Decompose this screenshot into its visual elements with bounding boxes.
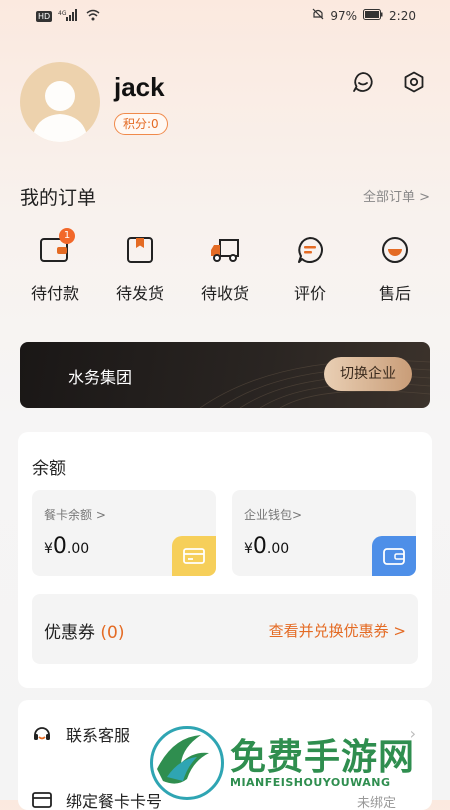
order-pending-payment[interactable]: 1 待付款 [20, 228, 90, 304]
headset-icon [32, 724, 52, 744]
balance-title: 余额 [32, 459, 66, 479]
watermark-subtitle: MIANFEISHOUYOUWANG [230, 776, 391, 789]
wallet-tile-icon [372, 536, 416, 576]
redeem-coupon-link[interactable]: 查看并兑换优惠券 > [269, 620, 406, 641]
svg-text:4G: 4G [58, 10, 67, 17]
watermark: 免费手游网 MIANFEISHOUYOUWANG [150, 720, 450, 800]
balance-card: 余额 餐卡余额 > ¥0.00 企业钱包> ¥0.00 优惠券 (0) 查看并兑… [18, 432, 432, 688]
coupon-count: (0) [100, 623, 125, 643]
order-label: 待收货 [200, 284, 249, 303]
message-icon[interactable] [350, 69, 376, 95]
package-icon [120, 230, 160, 270]
watermark-logo-icon [150, 726, 224, 800]
card-icon [172, 536, 216, 576]
meal-card-amount: ¥0.00 [44, 534, 90, 559]
enterprise-wallet-balance[interactable]: 企业钱包> ¥0.00 [232, 490, 416, 576]
switch-enterprise-button[interactable]: 切换企业 [324, 357, 412, 391]
coupon-label: 优惠券 (0) [44, 623, 125, 643]
wallet-amount: ¥0.00 [244, 534, 290, 559]
bind-card-row[interactable]: 绑定餐卡卡号 [32, 788, 162, 810]
username: jack [114, 72, 165, 102]
id-card-icon [32, 790, 52, 810]
order-label: 评价 [293, 284, 326, 303]
signal-icon: 4G [58, 9, 80, 24]
avatar[interactable] [20, 62, 100, 142]
truck-icon [205, 230, 245, 270]
order-label: 待付款 [30, 284, 79, 303]
clock: 2:20 [389, 8, 416, 23]
status-left: HD 4G [36, 9, 100, 24]
status-bar: HD 4G 97% 2:20 [0, 0, 450, 34]
all-orders-link[interactable]: 全部订单 > [363, 186, 430, 205]
orders-title: 我的订单 [20, 187, 97, 209]
mute-icon [312, 8, 324, 23]
coupon-row[interactable]: 优惠券 (0) 查看并兑换优惠券 > [32, 594, 418, 664]
wallet-icon: 1 [35, 228, 75, 270]
watermark-title: 免费手游网 [230, 737, 416, 778]
meal-card-balance[interactable]: 餐卡余额 > ¥0.00 [32, 490, 216, 576]
after-sales-icon [375, 230, 415, 270]
battery-percent: 97% [330, 8, 358, 23]
status-right: 97% 2:20 [312, 8, 416, 23]
meal-card-label: 餐卡余额 > [44, 508, 106, 522]
contact-service-label: 联系客服 [66, 726, 131, 745]
wifi-icon [86, 9, 100, 24]
order-pending-shipment[interactable]: 待发货 [105, 230, 175, 304]
chat-bubble-icon [290, 230, 330, 270]
order-label: 售后 [378, 284, 411, 303]
person-silhouette-icon [32, 81, 88, 142]
bind-card-label: 绑定餐卡卡号 [66, 792, 163, 810]
order-review[interactable]: 评价 [275, 230, 345, 304]
battery-icon [363, 8, 383, 23]
enterprise-banner: 水务集团 切换企业 [20, 342, 430, 408]
pending-badge: 1 [59, 228, 75, 244]
settings-icon[interactable] [401, 69, 427, 95]
contact-service-row[interactable]: 联系客服 [32, 722, 130, 746]
enterprise-name: 水务集团 [68, 368, 133, 387]
points-badge[interactable]: 积分:0 [114, 113, 168, 135]
wallet-label: 企业钱包> [244, 508, 303, 522]
order-after-sales[interactable]: 售后 [360, 230, 430, 304]
hd-indicator: HD [36, 11, 53, 22]
order-pending-receipt[interactable]: 待收货 [190, 230, 260, 304]
order-label: 待发货 [115, 284, 164, 303]
